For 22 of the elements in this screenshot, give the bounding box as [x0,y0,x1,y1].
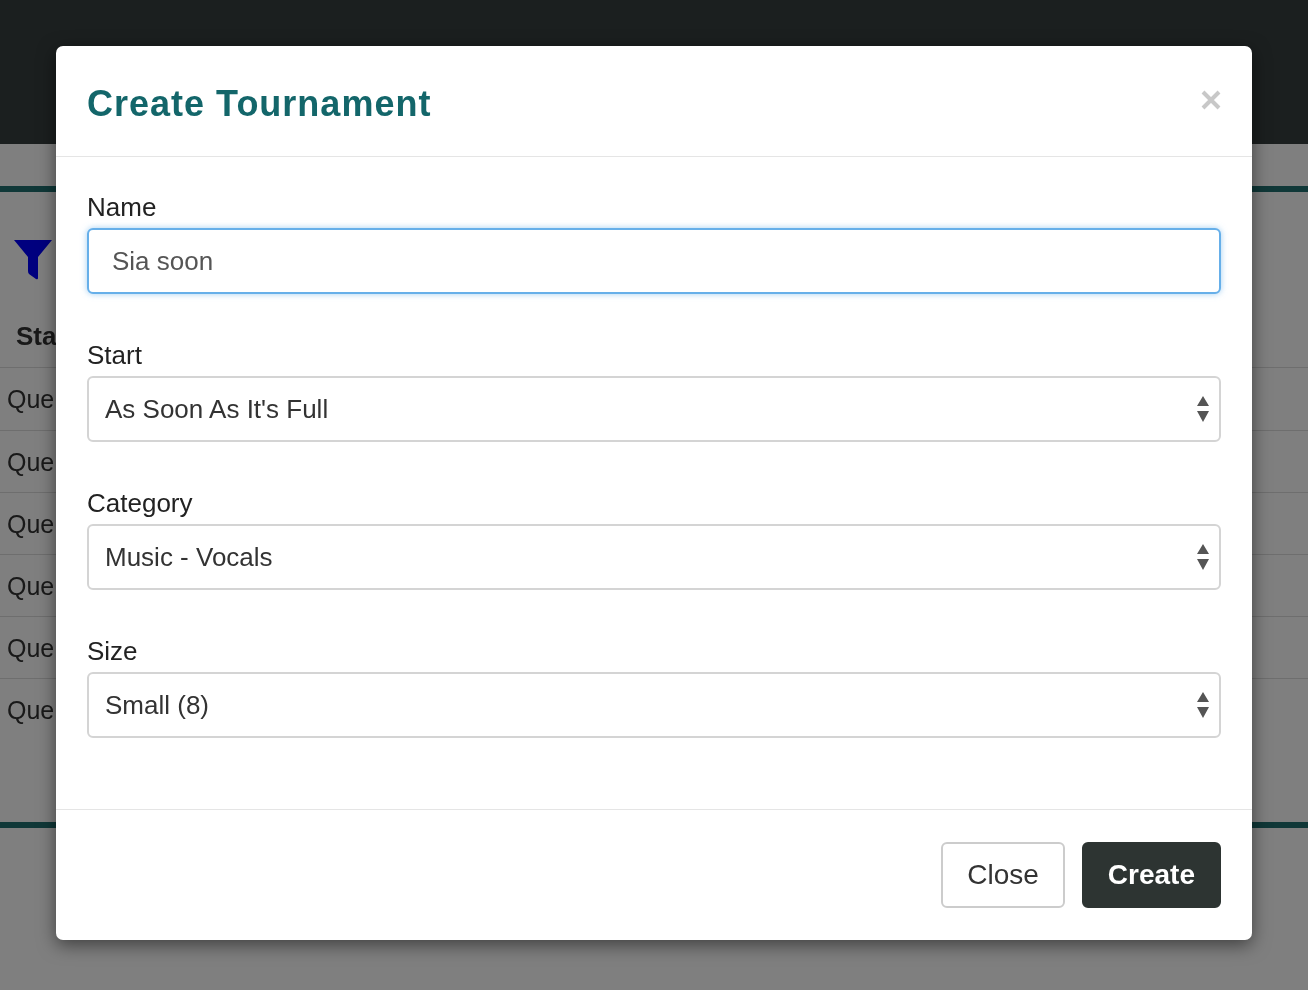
table-cell-text: Que [6,632,55,663]
field-label: Name [87,192,158,222]
table-cell-text: Que [6,446,55,477]
select-dropdown[interactable]: As Soon As It's Full [87,376,1221,442]
select-dropdown[interactable]: Music - Vocals [87,524,1221,590]
up-down-arrows-icon [1197,692,1209,718]
field-label: Category [87,488,194,518]
create-button[interactable]: Create [1081,842,1221,908]
filter-icon[interactable] [14,240,52,280]
up-down-arrows-icon [1197,396,1209,422]
dialog-title: Create Tournament [87,84,432,124]
close-icon [1201,90,1221,110]
table-cell-text: Que [6,384,55,414]
close-dialog-button[interactable]: Close [941,842,1065,908]
select-dropdown[interactable]: Small (8) [87,672,1221,738]
table-cell-text: Que [6,694,55,725]
field-label: Size [87,636,139,666]
table-cell-text: Que [6,508,55,539]
table-cell-text: Que [6,570,55,601]
text-input[interactable]: Sia soon [87,228,1221,294]
up-down-arrows-icon [1197,544,1209,570]
field-label: Start [87,340,143,370]
